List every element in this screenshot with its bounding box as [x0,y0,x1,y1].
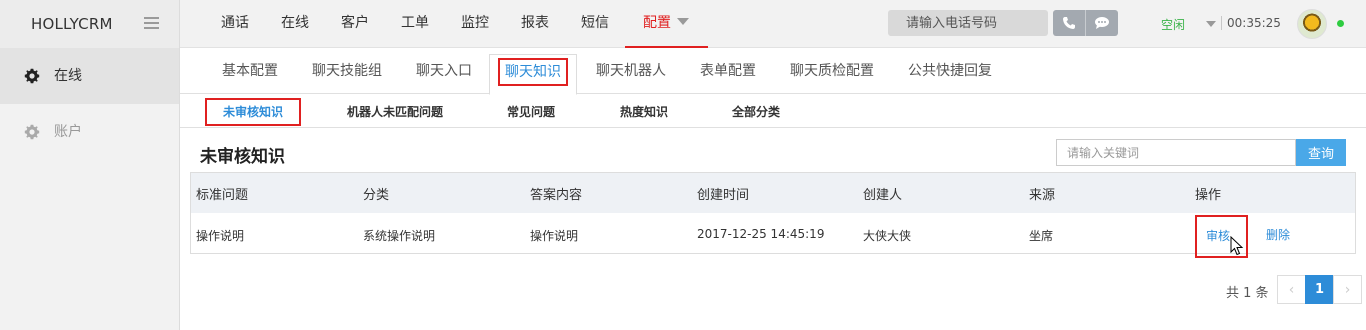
brand-title: HOLLYCRM [31,15,113,33]
col-header-answer: 答案内容 [530,188,583,203]
call-tools [1053,10,1118,36]
tab-all-categories[interactable]: 全部分类 [732,95,780,128]
col-header-actions: 操作 [1195,188,1222,203]
tab-chat-knowledge[interactable]: 聊天知识 [489,54,577,95]
chevron-left-icon: ‹ [1288,281,1295,298]
col-header-creator: 创建人 [863,188,903,203]
tab-chat-qa-config[interactable]: 聊天质检配置 [790,48,874,94]
avatar[interactable] [1297,9,1327,39]
status-dropdown-icon[interactable] [1206,21,1216,27]
nav-item-config[interactable]: 配置 [625,0,708,48]
page-title: 未审核知识 [200,147,285,167]
sidebar-item-online[interactable]: 在线 [0,48,179,104]
nav-item-call[interactable]: 通话 [205,0,265,48]
cell-category: 系统操作说明 [363,229,436,243]
brand-area: HOLLYCRM [0,0,180,48]
menu-toggle-icon[interactable] [144,17,159,29]
col-header-category: 分类 [363,188,390,203]
divider [1221,16,1222,30]
sidebar-item-label: 在线 [54,68,82,84]
audit-button-label: 审核 [1206,229,1231,243]
phone-number-input[interactable] [888,10,1048,36]
cell-source: 坐席 [1029,229,1054,243]
col-header-source: 来源 [1029,188,1056,203]
tab-chat-robot[interactable]: 聊天机器人 [596,48,666,94]
col-header-question: 标准问题 [196,188,249,203]
tab-robot-unmatched[interactable]: 机器人未匹配问题 [347,95,443,128]
nav-item-config-label: 配置 [643,15,671,31]
query-button[interactable]: 查询 [1296,139,1346,166]
knowledge-tabs: 未审核知识 机器人未匹配问题 常见问题 热度知识 全部分类 [180,95,1366,128]
tab-chat-knowledge-label: 聊天知识 [498,58,568,86]
next-page-button[interactable]: › [1333,275,1362,304]
tab-basic-config[interactable]: 基本配置 [222,48,278,94]
gear-icon [24,124,40,140]
chat-button[interactable] [1085,10,1117,36]
chevron-right-icon: › [1344,281,1351,298]
cell-created: 2017-12-25 14:45:19 [697,227,825,241]
tab-quick-reply[interactable]: 公共快捷回复 [908,48,992,94]
sidebar-item-account[interactable]: 账户 [0,104,179,160]
online-status-dot [1337,20,1344,27]
tab-chat-entry[interactable]: 聊天入口 [416,48,472,94]
agent-status[interactable]: 空闲 [1161,16,1185,33]
gear-icon [24,68,40,84]
col-header-created: 创建时间 [697,188,750,203]
top-bar: HOLLYCRM 通话 在线 客户 工单 监控 报表 短信 配置 空闲 [0,0,1366,48]
chevron-down-icon [677,18,689,25]
cell-creator: 大侠大侠 [863,229,912,243]
main-nav: 通话 在线 客户 工单 监控 报表 短信 配置 [205,0,708,48]
chat-bubble-icon [1094,17,1109,29]
keyword-search-input[interactable] [1056,139,1296,166]
mouse-pointer-icon [1230,236,1244,256]
sidebar: 在线 账户 [0,48,180,330]
cell-question: 操作说明 [196,229,245,243]
tab-faq[interactable]: 常见问题 [507,95,555,128]
prev-page-button[interactable]: ‹ [1277,275,1306,304]
tab-unreviewed-knowledge[interactable]: 未审核知识 [205,95,302,128]
tab-chat-skill-group[interactable]: 聊天技能组 [312,48,382,94]
nav-item-online[interactable]: 在线 [265,0,325,48]
nav-item-ticket[interactable]: 工单 [385,0,445,48]
nav-item-sms[interactable]: 短信 [565,0,625,48]
tab-hot-knowledge[interactable]: 热度知识 [620,95,668,128]
phone-icon [1063,17,1075,29]
nav-item-report[interactable]: 报表 [505,0,565,48]
delete-link[interactable]: 删除 [1266,226,1290,243]
nav-item-monitor[interactable]: 监控 [445,0,505,48]
pagination-total: 共 1 条 [1226,286,1269,301]
tab-unreviewed-label: 未审核知识 [205,98,302,126]
config-tabs: 基本配置 聊天技能组 聊天入口 聊天知识 聊天机器人 表单配置 聊天质检配置 公… [180,48,1366,95]
page-1-button[interactable]: 1 [1305,275,1334,304]
phone-button[interactable] [1053,10,1085,36]
nav-item-customer[interactable]: 客户 [325,0,385,48]
session-timer: 00:35:25 [1227,16,1281,30]
sidebar-item-label: 账户 [54,124,82,140]
cell-answer: 操作说明 [530,229,579,243]
tab-form-config[interactable]: 表单配置 [700,48,756,94]
